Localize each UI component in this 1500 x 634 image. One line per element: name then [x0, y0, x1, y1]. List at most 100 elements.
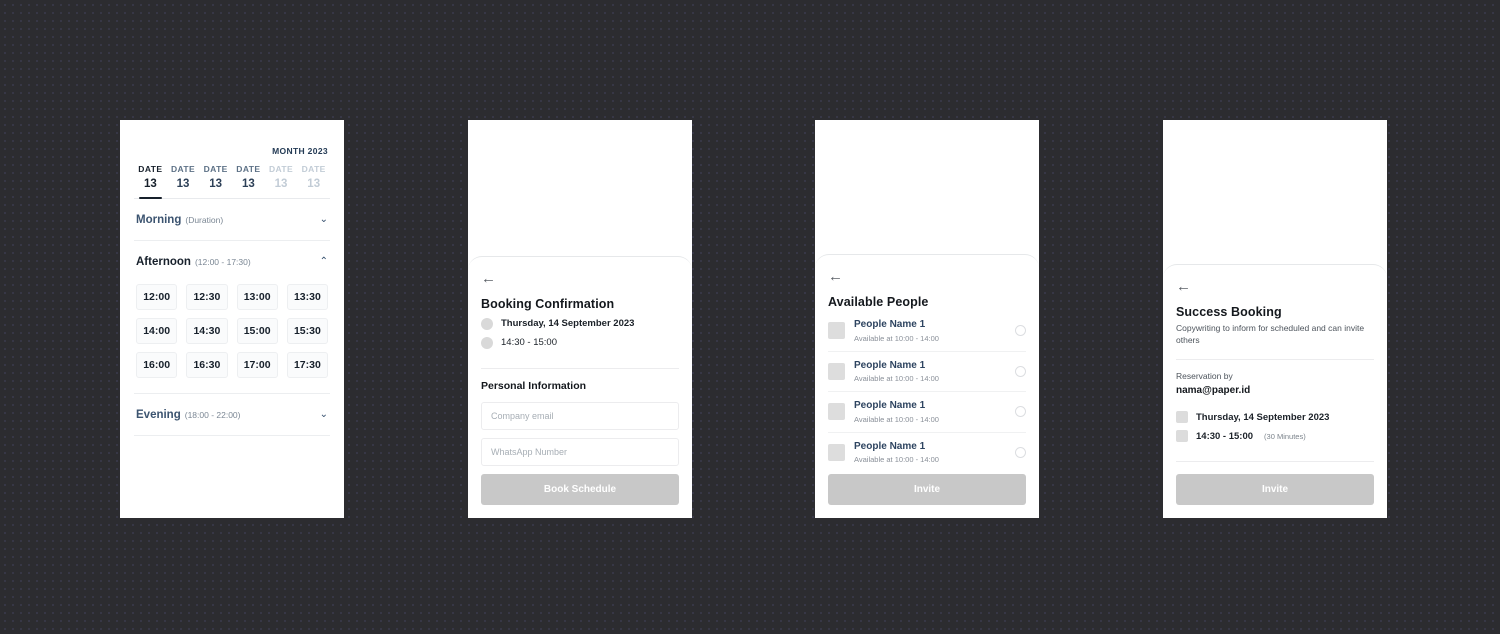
person-name: People Name 1 — [854, 319, 926, 330]
slot-range: (Duration) — [185, 215, 224, 225]
reservation-by-label: Reservation by — [1176, 371, 1233, 382]
booking-time-row: 14:30 - 15:00 (30 Minutes) — [1176, 430, 1374, 443]
divider — [1176, 358, 1374, 360]
slot-range: (18:00 - 22:00) — [184, 410, 241, 420]
slot-section-evening: Evening (18:00 - 22:00) ⌄ — [134, 394, 330, 436]
date-cell-4: DATE 13 — [265, 163, 298, 198]
back-arrow-icon[interactable]: ← — [1176, 279, 1192, 294]
time-slot[interactable]: 15:30 — [286, 318, 328, 344]
page-title: Available People — [828, 295, 929, 309]
select-radio[interactable] — [1015, 325, 1026, 337]
booking-duration-note: (30 Minutes) — [1264, 431, 1306, 441]
clock-icon — [1176, 430, 1188, 443]
calendar-icon — [481, 317, 493, 330]
list-item[interactable]: People Name 1 Available at 10:00 - 14:00 — [828, 311, 1026, 352]
date-number: 13 — [176, 178, 190, 190]
date-label: DATE — [138, 164, 163, 174]
slot-title: Afternoon — [136, 256, 191, 268]
date-cell-5: DATE 13 — [297, 163, 330, 198]
divider — [1176, 461, 1374, 462]
date-strip: DATE 13 DATE 13 DATE 13 DATE 13 DATE 13 … — [134, 163, 330, 199]
panel-success-booking: ← Success Booking Copywriting to inform … — [1163, 120, 1387, 518]
time-slot[interactable]: 17:00 — [236, 352, 278, 378]
person-name: People Name 1 — [854, 400, 926, 411]
date-label: DATE — [236, 164, 261, 174]
person-name: People Name 1 — [854, 359, 926, 371]
time-slot[interactable]: 12:30 — [186, 284, 228, 310]
panel-date-picker: MONTH 2023 DATE 13 DATE 13 DATE 13 DATE … — [120, 120, 344, 518]
slot-section-afternoon: Afternoon (12:00 - 17:30) ⌃ 12:00 12:30 … — [134, 241, 330, 394]
list-item[interactable]: People Name 1 Available at 10:00 - 14:00 — [828, 392, 1026, 433]
calendar-icon — [1176, 411, 1188, 424]
invite-button[interactable]: Invite — [828, 474, 1026, 505]
booking-time: 14:30 - 15:00 — [501, 337, 557, 349]
select-radio[interactable] — [1015, 406, 1026, 418]
avatar — [828, 322, 845, 340]
confirmation-sheet: ← Booking Confirmation Thursday, 14 Sept… — [468, 256, 692, 518]
date-cell-0[interactable]: DATE 13 — [134, 163, 167, 199]
booking-date: Thursday, 14 September 2023 — [1196, 411, 1330, 423]
slot-title: Morning — [136, 214, 182, 226]
month-label: MONTH 2023 — [272, 146, 328, 156]
person-meta: People Name 1 Available at 10:00 - 14:00 — [854, 319, 1006, 343]
available-people-sheet: ← Available People People Name 1 Availab… — [815, 254, 1039, 518]
page-title: Booking Confirmation — [481, 297, 615, 311]
panel-available-people: ← Available People People Name 1 Availab… — [815, 120, 1039, 518]
invite-button[interactable]: Invite — [1176, 473, 1374, 505]
slot-header-afternoon[interactable]: Afternoon (12:00 - 17:30) ⌃ — [134, 241, 330, 282]
booking-time: 14:30 - 15:00 — [1196, 430, 1254, 442]
slot-range: (12:00 - 17:30) — [194, 257, 251, 267]
time-slot-grid: 12:00 12:30 13:00 13:30 14:00 14:30 15:0… — [134, 282, 330, 393]
chevron-down-icon[interactable]: ⌄ — [320, 410, 328, 420]
time-slot[interactable]: 16:30 — [186, 352, 228, 378]
avatar — [828, 403, 845, 421]
list-item[interactable]: People Name 1 Available at 10:00 - 14:00 — [828, 433, 1026, 473]
person-name: People Name 1 — [854, 440, 926, 452]
select-radio[interactable] — [1015, 446, 1026, 458]
page-subtitle: Copywriting to inform for scheduled and … — [1176, 323, 1365, 346]
back-arrow-icon[interactable]: ← — [828, 269, 844, 284]
date-label: DATE — [301, 164, 326, 174]
email-field[interactable] — [481, 402, 679, 430]
person-meta: People Name 1 Available at 10:00 - 14:00 — [854, 400, 1006, 424]
panel-booking-confirmation: ← Booking Confirmation Thursday, 14 Sept… — [468, 120, 692, 518]
time-slot[interactable]: 12:00 — [136, 284, 178, 310]
book-schedule-button[interactable]: Book Schedule — [481, 474, 679, 505]
booking-time-row: 14:30 - 15:00 — [481, 336, 679, 349]
time-slot[interactable]: 13:30 — [286, 284, 328, 310]
canvas: MONTH 2023 DATE 13 DATE 13 DATE 13 DATE … — [0, 0, 1500, 634]
booking-date-row: Thursday, 14 September 2023 — [481, 317, 679, 330]
time-slot[interactable]: 16:00 — [136, 352, 178, 378]
date-number: 13 — [209, 178, 223, 190]
personal-information-heading: Personal Information — [481, 380, 587, 392]
avatar — [828, 362, 845, 380]
person-meta: People Name 1 Available at 10:00 - 14:00 — [854, 441, 1006, 465]
time-slot[interactable]: 14:30 — [186, 318, 228, 344]
chevron-down-icon[interactable]: ⌄ — [320, 215, 328, 225]
slot-header-morning[interactable]: Morning (Duration) ⌄ — [134, 199, 330, 240]
time-slot[interactable]: 14:00 — [136, 318, 178, 344]
date-cell-3[interactable]: DATE 13 — [232, 163, 265, 198]
date-number: 13 — [274, 178, 288, 190]
date-cell-1[interactable]: DATE 13 — [167, 163, 200, 198]
clock-icon — [481, 336, 493, 349]
chevron-up-icon[interactable]: ⌃ — [320, 257, 328, 267]
date-cell-2[interactable]: DATE 13 — [199, 163, 232, 198]
time-slot[interactable]: 13:00 — [236, 284, 278, 310]
slot-header-evening[interactable]: Evening (18:00 - 22:00) ⌄ — [134, 394, 330, 435]
avatar — [828, 443, 845, 461]
reservation-email: nama@paper.id — [1176, 385, 1251, 397]
select-radio[interactable] — [1015, 365, 1026, 377]
people-list: People Name 1 Available at 10:00 - 14:00… — [828, 311, 1026, 472]
success-sheet: ← Success Booking Copywriting to inform … — [1163, 264, 1387, 518]
person-availability: Available at 10:00 - 14:00 — [854, 414, 939, 424]
whatsapp-field[interactable] — [481, 438, 679, 466]
time-slot[interactable]: 15:00 — [236, 318, 278, 344]
time-slot[interactable]: 17:30 — [286, 352, 328, 378]
person-availability: Available at 10:00 - 14:00 — [854, 374, 939, 383]
list-item[interactable]: People Name 1 Available at 10:00 - 14:00 — [828, 352, 1026, 392]
date-number: 13 — [307, 178, 321, 190]
date-label: DATE — [268, 164, 294, 174]
back-arrow-icon[interactable]: ← — [481, 271, 497, 286]
page-title: Success Booking — [1176, 305, 1282, 319]
